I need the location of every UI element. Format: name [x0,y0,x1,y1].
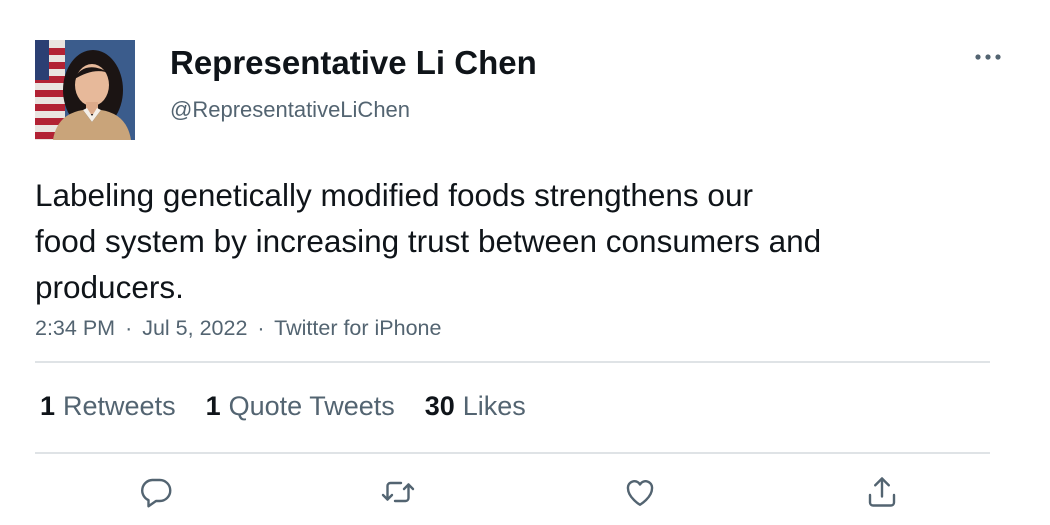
reply-icon[interactable] [134,470,178,514]
divider [35,361,990,363]
tweet-text-line: producers. [35,269,184,305]
tweet-text-line: Labeling genetically modified foods stre… [35,177,753,213]
quote-tweets-label: Quote Tweets [228,390,395,421]
tweet-text: Labeling genetically modified foods stre… [35,172,975,310]
like-icon[interactable] [618,470,662,514]
retweets-count: 1 [40,390,56,421]
divider [35,452,990,454]
retweets-label: Retweets [63,390,176,421]
share-icon[interactable] [860,470,904,514]
tweet-text-line: food system by increasing trust between … [35,223,822,259]
action-bar [0,470,1050,520]
meta-separator: · [257,316,265,340]
tweet-date[interactable]: Jul 5, 2022 [142,316,247,340]
retweets-stat[interactable]: 1 Retweets [40,391,176,422]
tweet-source[interactable]: Twitter for iPhone [274,316,441,340]
likes-label: Likes [462,390,526,421]
more-icon[interactable] [970,46,1006,68]
likes-count: 30 [424,390,455,421]
quote-tweets-stat[interactable]: 1 Quote Tweets [206,391,395,422]
quote-tweets-count: 1 [205,390,221,421]
avatar[interactable] [35,40,135,140]
retweet-icon[interactable] [376,470,420,514]
author-handle[interactable]: @RepresentativeLiChen [170,97,410,123]
meta-separator: · [125,316,133,340]
tweet-meta: 2:34 PM · Jul 5, 2022 · Twitter for iPho… [35,316,441,341]
tweet-time[interactable]: 2:34 PM [35,316,115,340]
likes-stat[interactable]: 30 Likes [425,391,526,422]
engagement-stats: 1 Retweets 1 Quote Tweets 30 Likes [40,388,556,424]
author-name[interactable]: Representative Li Chen [170,44,537,82]
avatar-image [35,40,135,140]
